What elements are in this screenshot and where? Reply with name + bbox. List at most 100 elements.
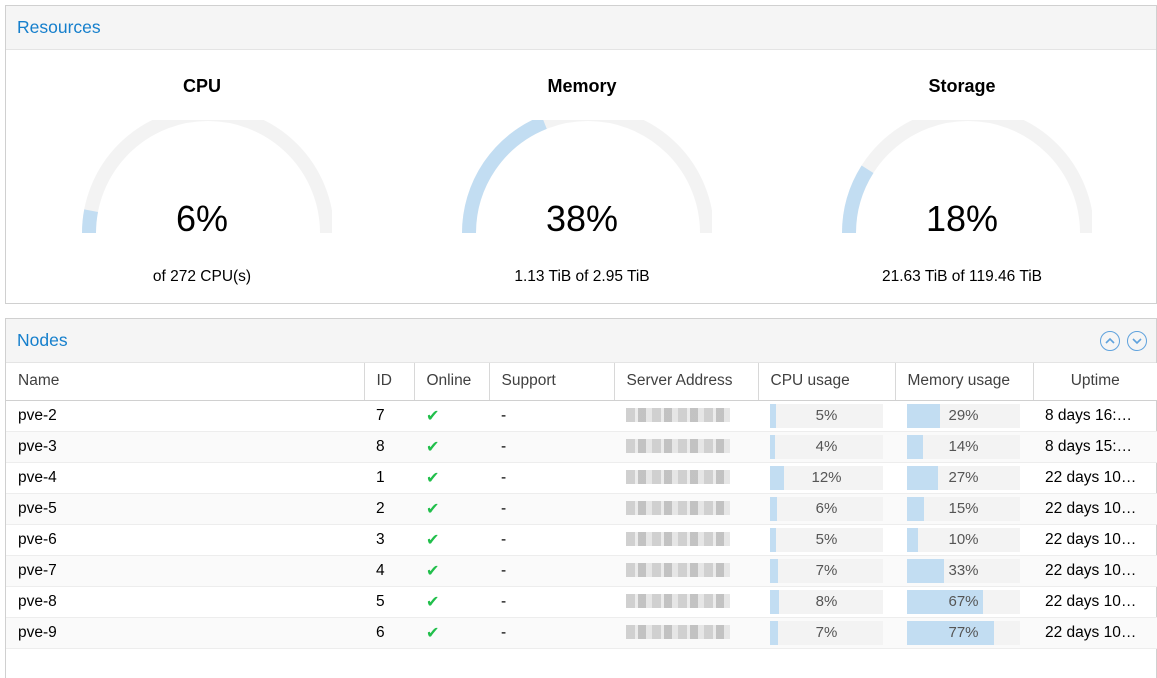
cpu-usage-bar: 12% (770, 465, 883, 490)
memory-usage-bar: 67% (907, 589, 1020, 614)
nodes-table-body: pve-2 7 ✔ - 5% 29% 8 days 16:… pve-3 8 ✔ - 4% 14% 8 d… (6, 400, 1157, 649)
node-id: 6 (364, 617, 414, 649)
check-icon: ✔ (426, 562, 440, 580)
table-row[interactable]: pve-9 6 ✔ - 7% 77% 22 days 10… (6, 617, 1157, 649)
nodes-title: Nodes (17, 330, 68, 350)
node-server-address-cell (614, 586, 758, 618)
node-cpu-cell: 5% (758, 400, 895, 432)
node-online-cell: ✔ (414, 586, 489, 618)
node-cpu-cell: 7% (758, 555, 895, 587)
node-cpu-cell: 5% (758, 524, 895, 556)
column-header-memory-usage[interactable]: Memory usage (895, 363, 1034, 401)
node-uptime: 22 days 10… (1033, 617, 1157, 649)
memory-gauge: Memory 38% 1.13 TiB of 2.95 TiB (452, 50, 712, 304)
node-name: pve-9 (6, 617, 364, 649)
memory-usage-bar: 10% (907, 527, 1020, 552)
column-header-id[interactable]: ID (364, 363, 415, 401)
node-memory-cell: 29% (895, 400, 1033, 432)
node-uptime: 22 days 10… (1033, 524, 1157, 556)
memory-usage-text: 77% (948, 623, 979, 641)
nodes-header-row: Name ID Online Support Server Address CP… (6, 363, 1157, 401)
node-cpu-cell: 4% (758, 431, 895, 463)
gauges-area: CPU 6% of 272 CPU(s) Memory 38% 1.13 TiB… (6, 50, 1156, 304)
expand-down-icon[interactable] (1127, 331, 1147, 351)
node-name: pve-6 (6, 524, 364, 556)
node-online-cell: ✔ (414, 617, 489, 649)
node-server-address-cell (614, 524, 758, 556)
table-row[interactable]: pve-2 7 ✔ - 5% 29% 8 days 16:… (6, 400, 1157, 432)
cpu-usage-bar: 5% (770, 403, 883, 428)
node-memory-cell: 67% (895, 586, 1033, 618)
storage-gauge-title: Storage (928, 76, 996, 96)
cpu-usage-text: 7% (815, 561, 838, 579)
cpu-gauge-title: CPU (182, 76, 221, 96)
cpu-usage-text: 6% (815, 499, 838, 517)
node-server-address-cell (614, 555, 758, 587)
node-support: - (489, 586, 614, 618)
node-support: - (489, 617, 614, 649)
redacted-address (626, 408, 730, 423)
node-support: - (489, 493, 614, 525)
node-support: - (489, 524, 614, 556)
storage-gauge-value: 18% (925, 198, 999, 239)
node-memory-cell: 10% (895, 524, 1033, 556)
table-row[interactable]: pve-8 5 ✔ - 8% 67% 22 days 10… (6, 586, 1157, 618)
column-header-server-address[interactable]: Server Address (614, 363, 759, 401)
nodes-table: Name ID Online Support Server Address CP… (6, 363, 1157, 649)
resources-panel: Resources CPU 6% of 272 CPU(s) Memory 38… (5, 5, 1157, 304)
node-name: pve-3 (6, 431, 364, 463)
nodes-panel: Nodes Name ID Online Support Server Addr… (5, 318, 1157, 678)
node-id: 7 (364, 400, 414, 432)
cpu-usage-bar: 5% (770, 527, 883, 552)
table-row[interactable]: pve-4 1 ✔ - 12% 27% 22 days 10… (6, 462, 1157, 494)
memory-usage-text: 67% (948, 592, 979, 610)
node-uptime: 8 days 15:… (1033, 431, 1157, 463)
redacted-address (626, 470, 730, 485)
column-header-cpu-usage[interactable]: CPU usage (758, 363, 896, 401)
cpu-usage-bar: 4% (770, 434, 883, 459)
node-id: 3 (364, 524, 414, 556)
column-header-online[interactable]: Online (414, 363, 490, 401)
node-online-cell: ✔ (414, 493, 489, 525)
cpu-usage-text: 4% (815, 437, 838, 455)
check-icon: ✔ (426, 531, 440, 549)
memory-usage-bar: 27% (907, 465, 1020, 490)
node-memory-cell: 15% (895, 493, 1033, 525)
node-online-cell: ✔ (414, 431, 489, 463)
redacted-address (626, 532, 730, 547)
node-uptime: 22 days 10… (1033, 493, 1157, 525)
redacted-address (626, 594, 730, 609)
node-server-address-cell (614, 462, 758, 494)
column-header-uptime[interactable]: Uptime (1033, 363, 1157, 401)
table-row[interactable]: pve-5 2 ✔ - 6% 15% 22 days 10… (6, 493, 1157, 525)
node-server-address-cell (614, 431, 758, 463)
check-icon: ✔ (426, 500, 440, 518)
node-server-address-cell (614, 493, 758, 525)
collapse-up-icon[interactable] (1100, 331, 1120, 351)
check-icon: ✔ (426, 438, 440, 456)
memory-usage-bar: 29% (907, 403, 1020, 428)
node-support: - (489, 462, 614, 494)
cpu-usage-bar: 8% (770, 589, 883, 614)
table-row[interactable]: pve-6 3 ✔ - 5% 10% 22 days 10… (6, 524, 1157, 556)
nodes-header: Nodes (6, 319, 1156, 363)
table-row[interactable]: pve-7 4 ✔ - 7% 33% 22 days 10… (6, 555, 1157, 587)
node-uptime: 22 days 10… (1033, 462, 1157, 494)
table-row[interactable]: pve-3 8 ✔ - 4% 14% 8 days 15:… (6, 431, 1157, 463)
check-icon: ✔ (426, 624, 440, 642)
check-icon: ✔ (426, 407, 440, 425)
node-cpu-cell: 6% (758, 493, 895, 525)
redacted-address (626, 439, 730, 454)
memory-usage-text: 33% (948, 561, 979, 579)
column-header-name[interactable]: Name (6, 363, 365, 401)
check-icon: ✔ (426, 469, 440, 487)
cpu-usage-text: 12% (811, 468, 842, 486)
cpu-usage-bar: 6% (770, 496, 883, 521)
memory-usage-text: 29% (948, 406, 979, 424)
node-support: - (489, 400, 614, 432)
redacted-address (626, 563, 730, 578)
column-header-support[interactable]: Support (489, 363, 615, 401)
node-online-cell: ✔ (414, 555, 489, 587)
memory-usage-text: 10% (948, 530, 979, 548)
node-online-cell: ✔ (414, 524, 489, 556)
